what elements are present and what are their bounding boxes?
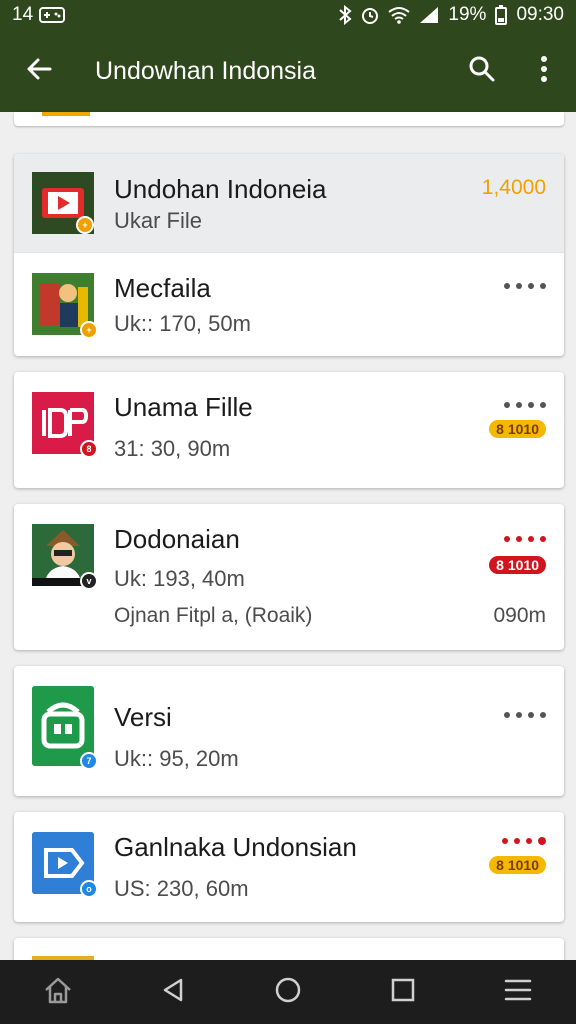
badge-icon: + xyxy=(76,216,94,234)
play-outline-icon: o xyxy=(32,832,98,898)
search-button[interactable] xyxy=(452,30,512,112)
gamepad-icon xyxy=(39,6,66,24)
badge-icon: o xyxy=(80,880,98,898)
wifi-icon xyxy=(388,6,411,24)
more-options-button[interactable] xyxy=(512,30,576,112)
photo-icon: + xyxy=(32,273,98,339)
page-title: Undowhan Indonsia xyxy=(95,56,316,85)
item-subtitle: Uk:: 170, 50m xyxy=(114,311,251,336)
nav-circle-button[interactable] xyxy=(258,962,318,1022)
app-bar: Undowhan Indonsia xyxy=(0,30,576,112)
item-title: Mecfaila xyxy=(114,273,211,303)
item-subtitle: US: 230, 60m xyxy=(114,876,249,901)
item-title: Unama Fille xyxy=(114,392,253,422)
nav-menu-button[interactable] xyxy=(488,962,548,1022)
status-badge: 8 1010 xyxy=(489,856,546,874)
menu-icon xyxy=(504,978,532,1007)
badge-icon: 8 xyxy=(80,440,98,458)
battery-icon xyxy=(495,5,508,25)
more-dots-icon[interactable] xyxy=(504,712,546,718)
play-icon: + xyxy=(32,172,94,234)
system-nav-bar xyxy=(0,960,576,1024)
battery-percent: 19% xyxy=(448,4,487,25)
home-icon xyxy=(43,976,73,1009)
status-bar: 14 19% 09:30 xyxy=(0,0,576,30)
item-detail: Ojnan Fitpl a, (Roaik) xyxy=(114,604,313,627)
badge-icon: v xyxy=(80,572,98,590)
item-title: Undohan Indoneia xyxy=(114,174,327,204)
previous-card-edge xyxy=(14,112,564,126)
item-subtitle: Uk: 193, 40m xyxy=(114,566,245,591)
item-subtitle: Uk:: 95, 20m xyxy=(114,746,239,771)
android-icon: 7 xyxy=(32,686,98,770)
nav-back-button[interactable] xyxy=(143,962,203,1022)
status-time: 09:30 xyxy=(516,4,564,25)
nav-home-button[interactable] xyxy=(28,962,88,1022)
list-item[interactable]: 7 Versi Uk:: 95, 20m xyxy=(14,666,564,796)
item-subtitle: Ukar File xyxy=(114,208,203,233)
circle-home-icon xyxy=(274,976,302,1009)
item-subtitle: 31: 30, 90m xyxy=(114,436,231,461)
alarm-icon xyxy=(361,5,379,25)
triangle-back-icon xyxy=(161,977,185,1008)
status-badge: 8 1010 xyxy=(489,420,546,438)
badge-icon: + xyxy=(80,321,98,339)
list-item[interactable]: v Dodonaian Uk: 193, 40m Ojnan Fitpl a, … xyxy=(14,504,564,650)
person-icon: v xyxy=(32,524,98,590)
list-item[interactable]: o Ganlnaka Undonsian US: 230, 60m 8 1010 xyxy=(14,812,564,922)
bluetooth-icon xyxy=(338,5,352,25)
more-vert-icon xyxy=(540,55,548,87)
arrow-left-icon xyxy=(25,55,53,88)
more-dots-icon[interactable] xyxy=(502,837,546,845)
signal-icon xyxy=(419,6,439,24)
square-recents-icon xyxy=(391,978,415,1007)
badge-icon: 7 xyxy=(80,752,98,770)
more-dots-icon[interactable] xyxy=(504,536,546,542)
more-dots-icon[interactable] xyxy=(504,283,546,289)
list-item[interactable]: 8 Unama Fille 31: 30, 90m 8 1010 xyxy=(14,372,564,488)
item-title: Ganlnaka Undonsian xyxy=(114,832,357,862)
file-card-group: + Undohan Indoneia Ukar File 1,4000 + Me… xyxy=(14,154,564,356)
more-dots-icon[interactable] xyxy=(504,402,546,408)
list-item[interactable]: + Undohan Indoneia Ukar File 1,4000 xyxy=(14,154,564,252)
search-icon xyxy=(468,55,496,88)
status-left-text: 14 xyxy=(12,4,34,25)
item-title: Dodonaian xyxy=(114,524,240,554)
dp-icon: 8 xyxy=(32,392,98,458)
item-count: 1,4000 xyxy=(481,176,546,199)
list-item[interactable]: + Mecfaila Uk:: 170, 50m xyxy=(14,252,564,356)
nav-recents-button[interactable] xyxy=(373,962,433,1022)
item-detail-size: 090m xyxy=(493,604,546,627)
item-title: Versi xyxy=(114,702,172,732)
back-button[interactable] xyxy=(0,30,78,112)
status-badge: 8 1010 xyxy=(489,556,546,574)
